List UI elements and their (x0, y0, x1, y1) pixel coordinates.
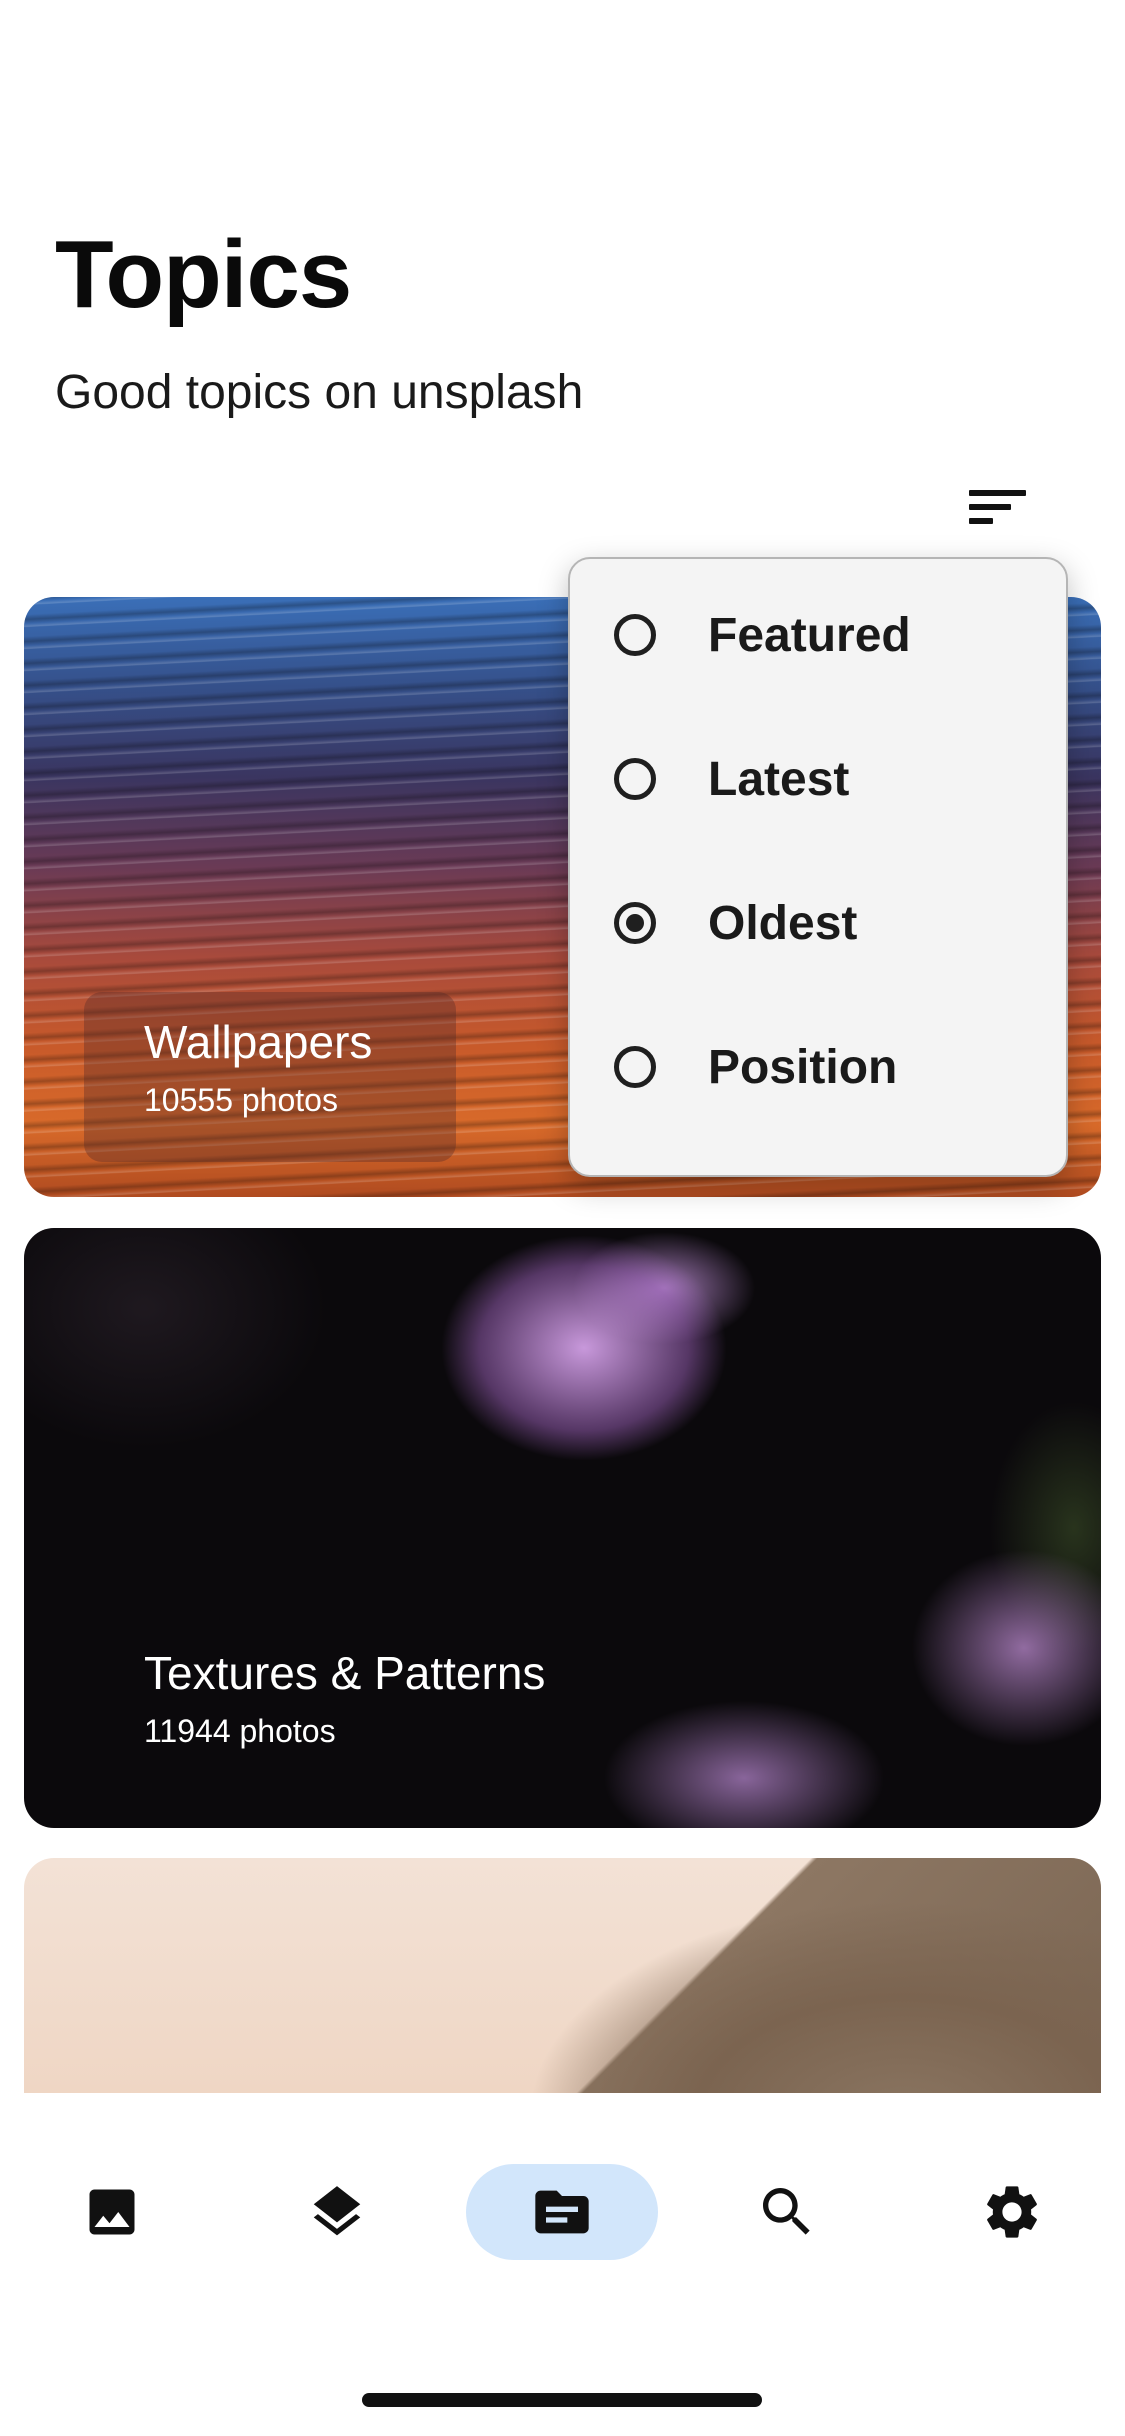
topic-card-partial[interactable] (24, 1858, 1101, 2093)
nav-collections[interactable] (287, 2164, 387, 2260)
sort-option-featured[interactable]: Featured (570, 563, 1066, 707)
page-subtitle: Good topics on unsplash (55, 366, 584, 419)
sort-icon (969, 490, 1026, 524)
topic-name: Wallpapers (144, 1016, 373, 1068)
bottom-nav (0, 2093, 1125, 2436)
sort-option-label: Featured (708, 608, 911, 662)
layers-icon (313, 2186, 361, 2236)
topics-screen: Topics Good topics on unsplash Wallpaper… (0, 0, 1125, 2436)
home-indicator[interactable] (362, 2393, 762, 2407)
radio-unchecked-icon (614, 758, 656, 800)
topic-label: Textures & Patterns 11944 photos (144, 1648, 545, 1750)
topic-photo-count: 11944 photos (144, 1712, 336, 1749)
image-icon (89, 2189, 135, 2235)
radio-checked-icon (614, 902, 656, 944)
sort-option-label: Oldest (708, 896, 858, 950)
radio-unchecked-icon (614, 614, 656, 656)
sort-option-latest[interactable]: Latest (570, 707, 1066, 851)
radio-unchecked-icon (614, 1046, 656, 1088)
nav-topics[interactable] (466, 2164, 658, 2260)
sort-menu: Featured Latest Oldest Position (568, 557, 1068, 1177)
topic-name: Textures & Patterns (144, 1647, 546, 1699)
sort-option-position[interactable]: Position (570, 995, 1066, 1139)
sort-option-oldest[interactable]: Oldest (570, 851, 1066, 995)
sort-option-label: Latest (708, 752, 850, 806)
nav-photos[interactable] (62, 2164, 162, 2260)
settings-icon (987, 2186, 1037, 2238)
topic-card-textures-patterns[interactable]: Textures & Patterns 11944 photos (24, 1228, 1101, 1828)
topic-icon (535, 2190, 589, 2234)
nav-search[interactable] (737, 2164, 837, 2260)
topic-cover-image (24, 1858, 1101, 2093)
sort-button[interactable] (960, 480, 1040, 540)
nav-settings[interactable] (962, 2164, 1062, 2260)
topic-photo-count: 10555 photos (144, 1081, 338, 1118)
page-title: Topics (55, 221, 352, 328)
sort-option-label: Position (708, 1040, 898, 1094)
topic-label: Wallpapers 10555 photos (144, 1017, 372, 1119)
search-icon (763, 2188, 810, 2235)
